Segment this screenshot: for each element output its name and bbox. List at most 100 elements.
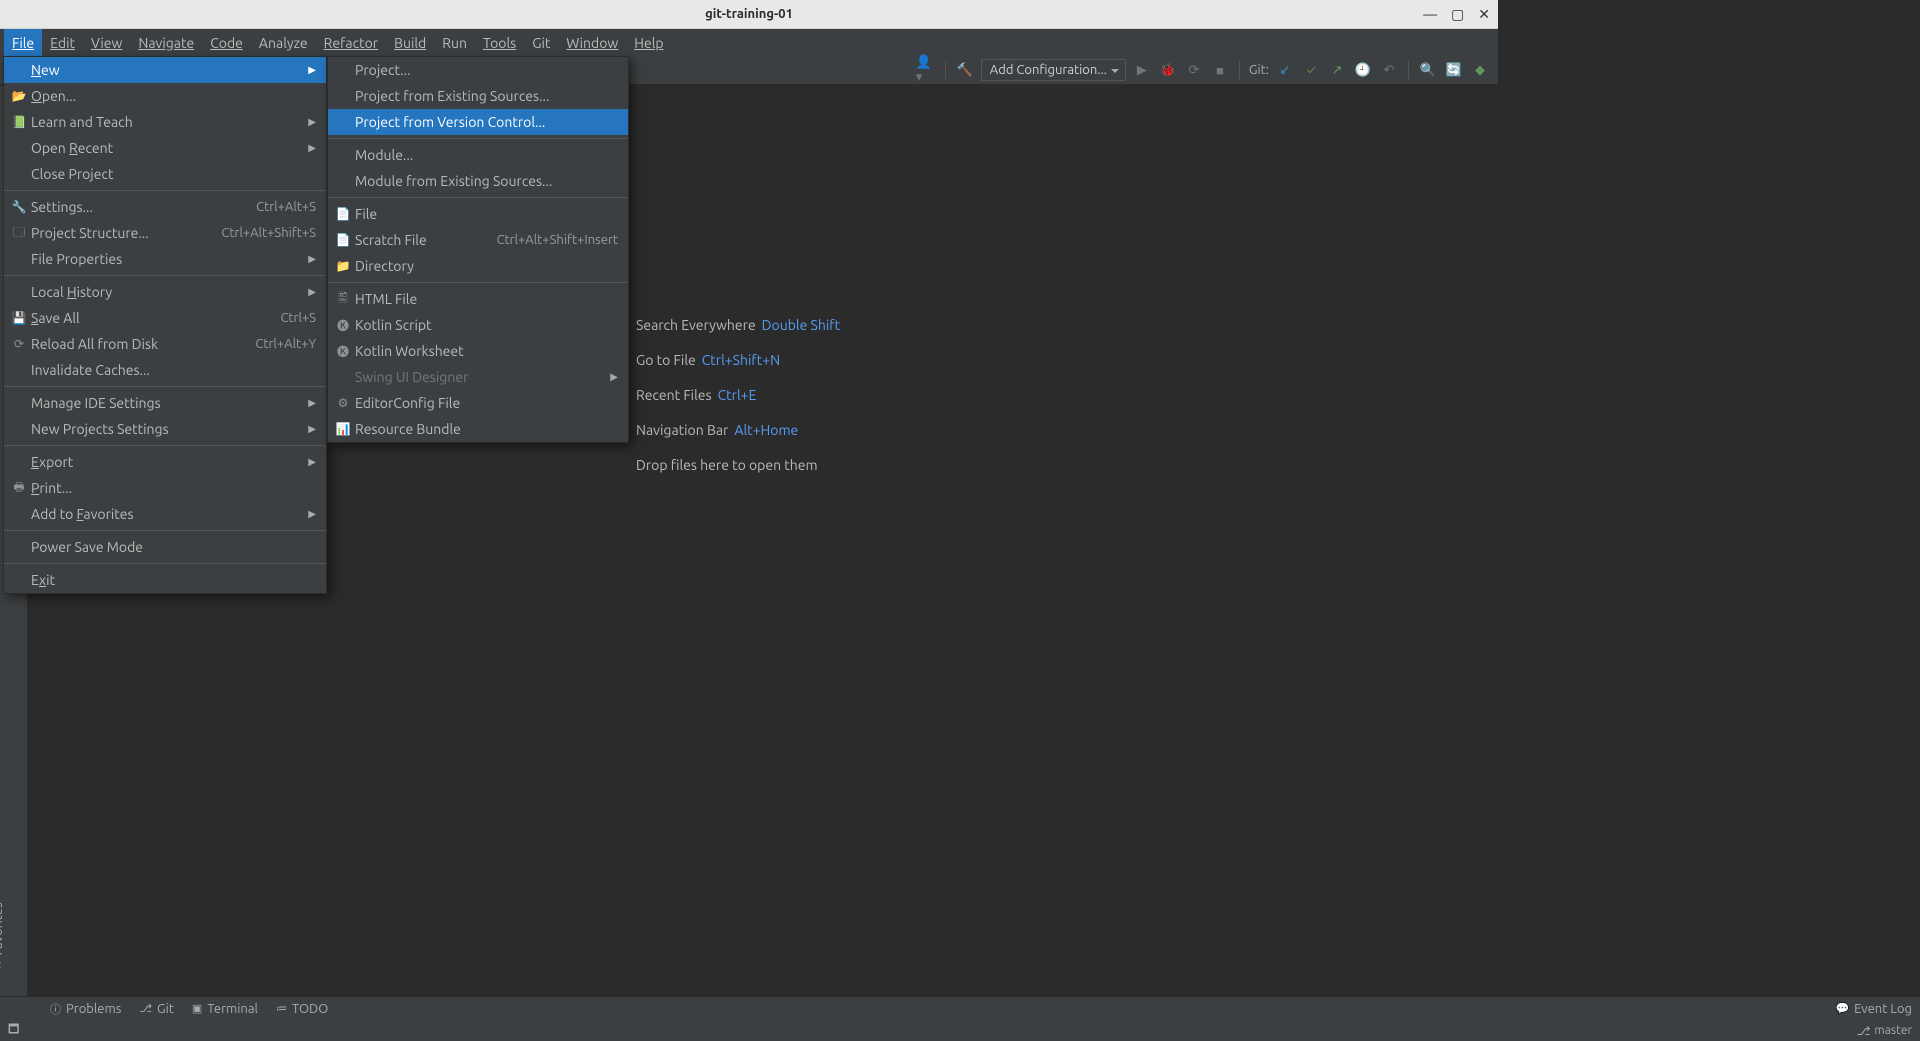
hint-goto-file: Go to FileCtrl+Shift+N	[636, 343, 840, 378]
menu-item-icon: 📂	[10, 89, 28, 103]
new-menu-item-editorconfig-file[interactable]: ⚙EditorConfig File	[328, 390, 628, 416]
menu-refactor[interactable]: Refactor	[316, 29, 386, 56]
tab-terminal[interactable]: ▣Terminal	[192, 1002, 258, 1016]
file-menu-item-settings[interactable]: 🔧Settings...Ctrl+Alt+S	[4, 194, 326, 220]
menu-item-label: Exit	[31, 572, 316, 588]
new-menu-item-directory[interactable]: 📁Directory	[328, 253, 628, 279]
file-menu-item-print[interactable]: 🖶Print...	[4, 475, 326, 501]
menu-item-icon: 🖺	[334, 289, 352, 310]
menu-item-label: Manage IDE Settings	[31, 395, 308, 411]
new-menu-item-html-file[interactable]: 🖺HTML File	[328, 286, 628, 312]
file-menu-item-add-to-favorites[interactable]: Add to Favorites▶	[4, 501, 326, 527]
tab-event-log[interactable]: 💬Event Log	[1835, 1002, 1912, 1016]
menu-item-label: Directory	[355, 258, 618, 274]
coverage-icon[interactable]: ⟳	[1184, 60, 1204, 80]
new-menu-item-scratch-file[interactable]: 📄Scratch FileCtrl+Alt+Shift+Insert	[328, 227, 628, 253]
file-menu-item-manage-ide-settings[interactable]: Manage IDE Settings▶	[4, 390, 326, 416]
separator	[328, 282, 628, 283]
git-commit-icon[interactable]: ✓	[1301, 60, 1321, 80]
search-icon[interactable]: 🔍	[1418, 60, 1438, 80]
menu-git[interactable]: Git	[524, 29, 558, 56]
new-submenu-dropdown: Project...Project from Existing Sources.…	[327, 56, 629, 443]
sync-icon[interactable]: 🔄	[1444, 60, 1464, 80]
minimize-icon[interactable]: —	[1423, 6, 1437, 23]
file-menu-item-learn-and-teach[interactable]: 📗Learn and Teach▶	[4, 109, 326, 135]
new-menu-item-kotlin-worksheet[interactable]: 🅚Kotlin Worksheet	[328, 338, 628, 364]
menu-analyze[interactable]: Analyze	[251, 29, 316, 56]
git-branch-indicator[interactable]: ⎇master	[1857, 1024, 1912, 1038]
submenu-arrow-icon: ▶	[308, 397, 316, 409]
separator	[1408, 61, 1409, 79]
git-revert-icon[interactable]: ↶	[1379, 60, 1399, 80]
file-menu-item-open-recent[interactable]: Open Recent▶	[4, 135, 326, 161]
file-menu-item-new-projects-settings[interactable]: New Projects Settings▶	[4, 416, 326, 442]
file-menu-item-file-properties[interactable]: File Properties▶	[4, 246, 326, 272]
menu-navigate[interactable]: Navigate	[130, 29, 202, 56]
hammer-icon[interactable]: 🔨	[955, 60, 975, 80]
tab-git[interactable]: ⎇Git	[139, 1002, 174, 1016]
checkout-icon[interactable]: 👤▾	[916, 60, 936, 80]
submenu-arrow-icon: ▶	[308, 286, 316, 298]
file-menu-item-save-all[interactable]: 💾Save AllCtrl+S	[4, 305, 326, 331]
submenu-arrow-icon: ▶	[308, 64, 316, 76]
git-push-icon[interactable]: ↗	[1327, 60, 1347, 80]
new-menu-item-kotlin-script[interactable]: 🅚Kotlin Script	[328, 312, 628, 338]
run-config-select[interactable]: Add Configuration...	[981, 59, 1126, 81]
run-icon[interactable]: ▶	[1132, 60, 1152, 80]
menu-build[interactable]: Build	[386, 29, 434, 56]
problems-icon: ⓘ	[50, 1001, 61, 1017]
tab-problems[interactable]: ⓘProblems	[50, 1001, 121, 1017]
menu-item-label: Module from Existing Sources...	[355, 173, 618, 189]
menu-item-icon: 🗔	[10, 223, 28, 244]
new-menu-item-project-from-version-control[interactable]: Project from Version Control...	[328, 109, 628, 135]
menu-window[interactable]: Window	[558, 29, 626, 56]
submenu-arrow-icon: ▶	[308, 508, 316, 520]
menu-run[interactable]: Run	[434, 29, 475, 56]
menu-item-label: Settings...	[31, 199, 246, 215]
maximize-icon[interactable]: ▢	[1451, 6, 1464, 23]
menu-item-label: New Projects Settings	[31, 421, 308, 437]
ide-icon[interactable]: ◆	[1470, 60, 1490, 80]
debug-icon[interactable]: 🐞	[1158, 60, 1178, 80]
menu-view[interactable]: View	[83, 29, 130, 56]
windows-icon[interactable]: 🗖	[8, 1020, 19, 1041]
separator	[328, 138, 628, 139]
file-menu-item-exit[interactable]: Exit	[4, 567, 326, 593]
file-menu-item-close-project[interactable]: Close Project	[4, 161, 326, 187]
file-menu-item-new[interactable]: New▶	[4, 57, 326, 83]
file-menu-item-invalidate-caches[interactable]: Invalidate Caches...	[4, 357, 326, 383]
menu-edit[interactable]: Edit	[42, 29, 83, 56]
menu-tools[interactable]: Tools	[475, 29, 524, 56]
submenu-arrow-icon: ▶	[308, 253, 316, 265]
new-menu-item-resource-bundle[interactable]: 📊Resource Bundle	[328, 416, 628, 442]
menu-help[interactable]: Help	[626, 29, 671, 56]
separator	[4, 445, 326, 446]
file-menu-item-local-history[interactable]: Local History▶	[4, 279, 326, 305]
file-menu-item-power-save-mode[interactable]: Power Save Mode	[4, 534, 326, 560]
file-menu-item-open[interactable]: 📂Open...	[4, 83, 326, 109]
favorites-tab[interactable]: ★ Favorites	[0, 902, 5, 971]
file-menu-item-project-structure[interactable]: 🗔Project Structure...Ctrl+Alt+Shift+S	[4, 220, 326, 246]
tab-todo[interactable]: ≔TODO	[276, 1002, 328, 1016]
menu-file[interactable]: File	[4, 29, 42, 56]
git-label: Git:	[1249, 63, 1269, 77]
menu-code[interactable]: Code	[202, 29, 251, 56]
new-menu-item-module-from-existing-sources[interactable]: Module from Existing Sources...	[328, 168, 628, 194]
git-pull-icon[interactable]: ↙	[1275, 60, 1295, 80]
new-menu-item-module[interactable]: Module...	[328, 142, 628, 168]
new-menu-item-project-from-existing-sources[interactable]: Project from Existing Sources...	[328, 83, 628, 109]
new-menu-item-file[interactable]: 📄File	[328, 201, 628, 227]
hint-search-everywhere: Search EverywhereDouble Shift	[636, 308, 840, 343]
git-history-icon[interactable]: 🕘	[1353, 60, 1373, 80]
menu-item-shortcut: Ctrl+Alt+Shift+Insert	[497, 233, 618, 247]
close-icon[interactable]: ✕	[1478, 6, 1490, 23]
menu-item-label: HTML File	[355, 291, 618, 307]
hint-drop-files: Drop files here to open them	[636, 448, 840, 483]
new-menu-item-project[interactable]: Project...	[328, 57, 628, 83]
separator	[4, 530, 326, 531]
stop-icon[interactable]: ■	[1210, 60, 1230, 80]
file-menu-item-export[interactable]: Export▶	[4, 449, 326, 475]
file-menu-item-reload-all-from-disk[interactable]: ⟳Reload All from DiskCtrl+Alt+Y	[4, 331, 326, 357]
menu-item-icon: 📄	[334, 207, 352, 221]
menu-item-icon: 💾	[10, 311, 28, 325]
